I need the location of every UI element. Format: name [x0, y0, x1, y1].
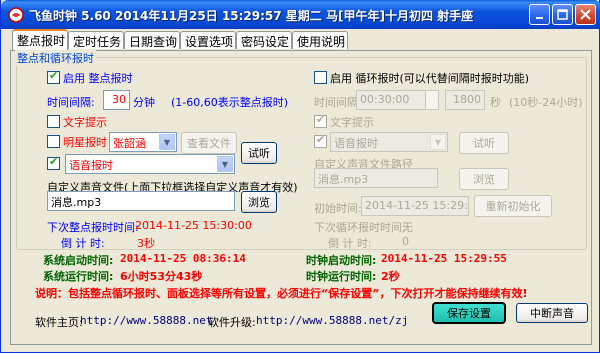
voice-chime-checkbox[interactable]: [47, 155, 60, 170]
cycle-browse-button[interactable]: 浏览: [459, 168, 509, 190]
tab-password[interactable]: 密码设定: [236, 31, 292, 49]
next-hourly-value: 2014-11-25 15:30:00: [135, 219, 252, 232]
tab-help[interactable]: 使用说明: [292, 31, 348, 49]
custom-sound-input[interactable]: 消息.mp3: [47, 191, 235, 211]
cycle-interval-label: 时间间隔: [314, 96, 358, 109]
enable-cycle-checkbox[interactable]: [314, 71, 327, 84]
fish-clock-icon: [8, 7, 24, 23]
upgrade-link[interactable]: http://www.58888.net/zj: [256, 314, 408, 327]
tab-hourly[interactable]: 整点报时: [12, 29, 68, 50]
minimize-button[interactable]: [529, 4, 550, 25]
cycle-countdown-value: 0: [402, 235, 409, 248]
cycle-custom-input[interactable]: 消息.mp3: [314, 168, 438, 188]
next-hourly-label: 下次整点报时时间:: [47, 221, 139, 234]
save-settings-button[interactable]: 保存设置: [432, 302, 506, 324]
chevron-down-icon: ▼: [159, 134, 175, 150]
tab-date-query[interactable]: 日期查询: [124, 31, 180, 49]
enable-hourly-checkbox[interactable]: [47, 69, 60, 84]
cycle-listen-button[interactable]: 试听: [459, 132, 509, 154]
init-time-input[interactable]: 2014-11-25 15:29:55: [361, 196, 469, 216]
sys-start-value: 2014-11-25 08:36:14: [120, 252, 246, 265]
text-prompt-label: 文字提示: [63, 116, 107, 129]
tab-settings[interactable]: 设置选项: [180, 31, 236, 49]
clock-start-value: 2014-11-25 15:29:55: [381, 252, 507, 265]
seconds-unit: 秒: [490, 96, 501, 109]
minimize-icon: [535, 16, 543, 19]
maximize-icon: [557, 9, 568, 20]
reinit-button[interactable]: 重新初始化: [474, 195, 552, 217]
cycle-countdown-label: 倒 计 时:: [328, 237, 372, 250]
star-select-value: 张韶涵: [113, 137, 146, 150]
enable-cycle-label: 启用 循环报时(可以代替间隔时报时功能): [330, 72, 530, 85]
interval-unit: 分钟: [133, 96, 155, 109]
close-button[interactable]: [575, 4, 596, 25]
chevron-down-icon: ▼: [217, 156, 233, 172]
clock-run-value: 2秒: [381, 270, 400, 283]
clock-start-label: 时钟启动时间:: [306, 254, 377, 267]
settings-note: 说明：包括整点循环报时、面板选择等所有设置，必须进行“保存设置”，下次打开才能保…: [35, 287, 528, 300]
window-title: 飞鱼时钟 5.60 2014年11月25日 15:29:57 星期二 马[甲午年…: [29, 9, 474, 23]
maximize-button[interactable]: [552, 4, 573, 25]
sys-run-label: 系统运行时间:: [43, 270, 114, 283]
title-bar: 飞鱼时钟 5.60 2014年11月25日 15:29:57 星期二 马[甲午年…: [1, 0, 600, 29]
browse-button[interactable]: 浏览: [241, 191, 277, 213]
countdown-label: 倒 计 时:: [61, 237, 105, 250]
next-cycle-value: 无: [402, 221, 413, 234]
listen-button[interactable]: 试听: [241, 142, 277, 164]
text-prompt-checkbox[interactable]: [47, 115, 60, 128]
group-title: 整点和循环报时: [15, 50, 96, 66]
upgrade-label: 软件升级:: [208, 316, 256, 329]
cycle-voice-select[interactable]: 语音报时 ▼: [330, 132, 448, 152]
voice-select[interactable]: 语音报时 ▼: [65, 154, 235, 174]
clock-run-label: 时钟运行时间:: [306, 270, 377, 283]
home-link[interactable]: http://www.58888.net: [80, 314, 212, 327]
close-icon: [580, 9, 591, 20]
sys-run-value: 6小时53分43秒: [120, 270, 203, 283]
cycle-text-checkbox[interactable]: [314, 113, 327, 128]
cycle-voice-checkbox[interactable]: [314, 133, 327, 148]
interval-label: 时间间隔:: [47, 96, 95, 109]
star-select[interactable]: 张韶涵 ▼: [109, 132, 177, 152]
countdown-value: 3秒: [137, 237, 155, 250]
stop-sound-button[interactable]: 中断声音: [516, 303, 588, 323]
init-time-label: 初始时间:: [314, 202, 362, 215]
cycle-voice-value: 语音报时: [334, 137, 378, 150]
app-window: 飞鱼时钟 5.60 2014年11月25日 15:29:57 星期二 马[甲午年…: [0, 0, 600, 353]
interval-hint: (1-60,60表示整点报时): [171, 96, 289, 109]
cycle-interval-time[interactable]: 00:30:00: [356, 90, 426, 110]
star-chime-label: 明星报时: [63, 136, 107, 149]
spinner-icon[interactable]: [425, 90, 439, 110]
tab-scheduled-tasks[interactable]: 定时任务: [68, 31, 124, 49]
interval-input[interactable]: 30: [103, 90, 130, 110]
view-file-button[interactable]: 查看文件: [181, 132, 237, 154]
voice-select-value: 语音报时: [69, 159, 113, 172]
enable-hourly-label: 启用 整点报时: [63, 72, 133, 85]
next-cycle-label: 下次循环报时时间:: [314, 221, 406, 234]
seconds-hint: (10秒-24小时): [509, 96, 583, 109]
star-chime-checkbox[interactable]: [47, 135, 60, 148]
chevron-down-icon: ▼: [430, 134, 446, 150]
cycle-seconds-input[interactable]: 1800: [445, 90, 485, 110]
cycle-text-label: 文字提示: [330, 116, 374, 129]
sys-start-label: 系统启动时间:: [43, 254, 114, 267]
home-label: 软件主页:: [35, 316, 83, 329]
